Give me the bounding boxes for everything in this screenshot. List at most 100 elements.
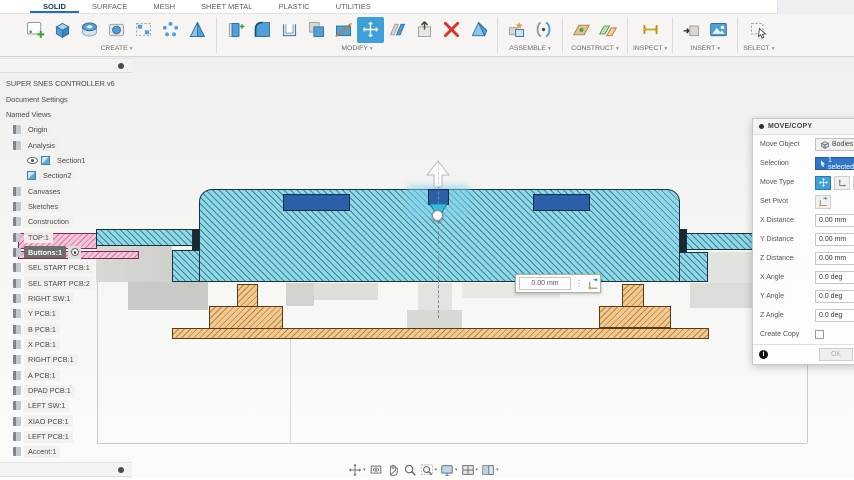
tab-plastic[interactable]: PLASTIC xyxy=(265,0,322,13)
move-copy-icon[interactable] xyxy=(357,16,384,43)
browser-item-label[interactable]: RIGHT PCB:1 xyxy=(24,353,78,366)
inspect-group-label[interactable]: INSPECT ▾ xyxy=(633,43,667,55)
pcb-section-right-tower[interactable] xyxy=(599,306,671,328)
browser-item-label[interactable]: Origin xyxy=(24,123,52,136)
tab-utilities[interactable]: UTILITIES xyxy=(323,0,384,13)
browser-item-label[interactable]: Document Settings xyxy=(2,93,72,106)
combine-icon[interactable] xyxy=(303,17,330,43)
selection-chip[interactable]: 1 selected xyxy=(815,157,854,171)
browser-item-label[interactable]: Analysis xyxy=(24,139,60,152)
insert-group-label[interactable]: INSERT ▾ xyxy=(690,43,720,55)
browser-item-label[interactable]: TOP:1 xyxy=(24,231,53,244)
modify-group-label[interactable]: MODIFY ▾ xyxy=(341,43,372,55)
align-icon[interactable] xyxy=(384,17,411,43)
y-angle-input[interactable]: 0.0 deg xyxy=(815,290,854,303)
distance-input[interactable]: 0.00 mm xyxy=(519,277,571,290)
circular-pattern-icon[interactable] xyxy=(157,17,184,43)
browser-item-label[interactable]: Accent:1 xyxy=(24,445,61,458)
split-body-icon[interactable] xyxy=(330,17,357,43)
change-parameters-icon[interactable] xyxy=(465,17,492,43)
browser-item-label[interactable]: RIGHT SW:1 xyxy=(24,292,75,305)
create-group-label[interactable]: CREATE ▾ xyxy=(101,43,133,55)
browser-item-label[interactable]: SEL START PCB:1 xyxy=(24,261,94,274)
pcb-section-base[interactable] xyxy=(172,328,709,339)
shell-icon[interactable] xyxy=(276,17,303,43)
tab-sheet-metal[interactable]: SHEET METAL xyxy=(188,0,265,13)
pcb-section-left-tower[interactable] xyxy=(209,306,283,329)
fillet-icon[interactable] xyxy=(249,17,276,43)
physical-material-icon[interactable] xyxy=(411,17,438,43)
extrude-icon[interactable] xyxy=(49,17,76,43)
insert-derive-icon[interactable] xyxy=(678,17,705,43)
tab-mesh[interactable]: MESH xyxy=(140,0,188,13)
panel-collapse-dot[interactable] xyxy=(118,63,124,69)
display-settings-icon[interactable]: ▾ xyxy=(440,463,458,477)
rectangular-pattern-icon[interactable] xyxy=(130,17,157,43)
delete-icon[interactable] xyxy=(438,17,465,43)
browser-item-label[interactable]: Section2 xyxy=(39,169,76,182)
create-sketch-icon[interactable] xyxy=(22,17,49,43)
browser-item-label[interactable]: Y PCB:1 xyxy=(24,307,60,320)
shell-step-right[interactable] xyxy=(679,252,708,282)
look-at-icon[interactable] xyxy=(369,463,383,477)
drag-dots-icon[interactable]: ⋮ xyxy=(571,279,587,288)
browser-item-label[interactable]: Construction xyxy=(24,215,73,228)
pcb-section-left-tower-top[interactable] xyxy=(237,284,258,307)
draft-icon[interactable] xyxy=(184,17,211,43)
dialog-header[interactable]: MOVE/COPY xyxy=(753,119,854,135)
pcb-section-right-tower-top[interactable] xyxy=(622,284,644,307)
orbit-icon[interactable]: ▾ xyxy=(348,463,366,477)
insert-canvas-icon[interactable] xyxy=(705,17,732,43)
browser-item-label[interactable]: XIAO PCB:1 xyxy=(24,415,73,428)
pan-icon[interactable] xyxy=(386,463,400,477)
panel-collapse-dot[interactable] xyxy=(118,467,124,473)
dialog-grip-icon[interactable] xyxy=(759,124,764,129)
new-component-icon[interactable] xyxy=(503,17,530,43)
selected-item-radio[interactable] xyxy=(68,245,82,259)
visibility-eye-icon[interactable] xyxy=(27,156,38,164)
ok-button[interactable]: OK xyxy=(819,348,853,361)
button-slot-left[interactable] xyxy=(283,194,350,211)
browser-item-label[interactable]: Sketches xyxy=(24,200,63,213)
y-distance-input[interactable]: 0.00 mm xyxy=(815,233,854,246)
browser-item-label[interactable]: SEL START PCB:2 xyxy=(24,277,94,290)
measure-icon[interactable] xyxy=(637,17,664,43)
browser-item-label[interactable]: A PCB:1 xyxy=(24,369,60,382)
browser-item-label[interactable]: B PCB:1 xyxy=(24,323,60,336)
browser-item-label[interactable]: Section1 xyxy=(53,154,90,167)
x-angle-input[interactable]: 0.0 deg xyxy=(815,271,854,284)
move-arrow-up-icon[interactable] xyxy=(425,159,451,189)
info-icon[interactable]: i xyxy=(759,350,768,359)
select-group-label[interactable]: SELECT ▾ xyxy=(743,43,774,55)
joint-icon[interactable] xyxy=(530,17,557,43)
tab-solid[interactable]: SOLID xyxy=(30,0,79,13)
select-tool-icon[interactable] xyxy=(745,17,772,43)
z-distance-input[interactable]: 0.00 mm xyxy=(815,252,854,265)
move-type-free-icon[interactable] xyxy=(815,175,831,190)
create-copy-checkbox[interactable] xyxy=(815,330,824,339)
browser-item-label[interactable]: DPAD PCB:1 xyxy=(24,384,75,397)
zoom-icon[interactable] xyxy=(403,463,417,477)
revolve-icon[interactable] xyxy=(76,17,103,43)
press-pull-icon[interactable] xyxy=(222,17,249,43)
construct-midplane-icon[interactable] xyxy=(595,17,622,43)
move-type-translate-icon[interactable] xyxy=(834,175,850,190)
assemble-group-label[interactable]: ASSEMBLE ▾ xyxy=(509,43,550,55)
browser-item-label[interactable]: LEFT PCB:1 xyxy=(24,430,73,443)
sweep-icon[interactable] xyxy=(103,17,130,43)
move-object-button[interactable]: Bodies xyxy=(815,138,854,151)
set-pivot-icon[interactable] xyxy=(587,277,600,290)
grid-layout-icon[interactable]: ▾ xyxy=(461,463,478,477)
fit-icon[interactable]: ▾ xyxy=(420,463,437,477)
browser-item-label[interactable]: SUPER SNES CONTROLLER v6 xyxy=(2,77,119,90)
z-angle-input[interactable]: 0.0 deg xyxy=(815,309,854,322)
viewports-icon[interactable]: ▾ xyxy=(481,463,499,477)
shell-wing-right[interactable] xyxy=(686,233,754,250)
browser-item-label[interactable]: Named Views xyxy=(2,108,55,121)
tab-surface[interactable]: SURFACE xyxy=(79,0,140,13)
construct-group-label[interactable]: CONSTRUCT ▾ xyxy=(571,43,618,55)
construct-plane-icon[interactable] xyxy=(568,17,595,43)
browser-item-label[interactable]: Buttons:1 xyxy=(24,246,67,259)
set-pivot-button[interactable] xyxy=(815,194,831,209)
browser-item-label[interactable]: X PCB:1 xyxy=(24,338,60,351)
